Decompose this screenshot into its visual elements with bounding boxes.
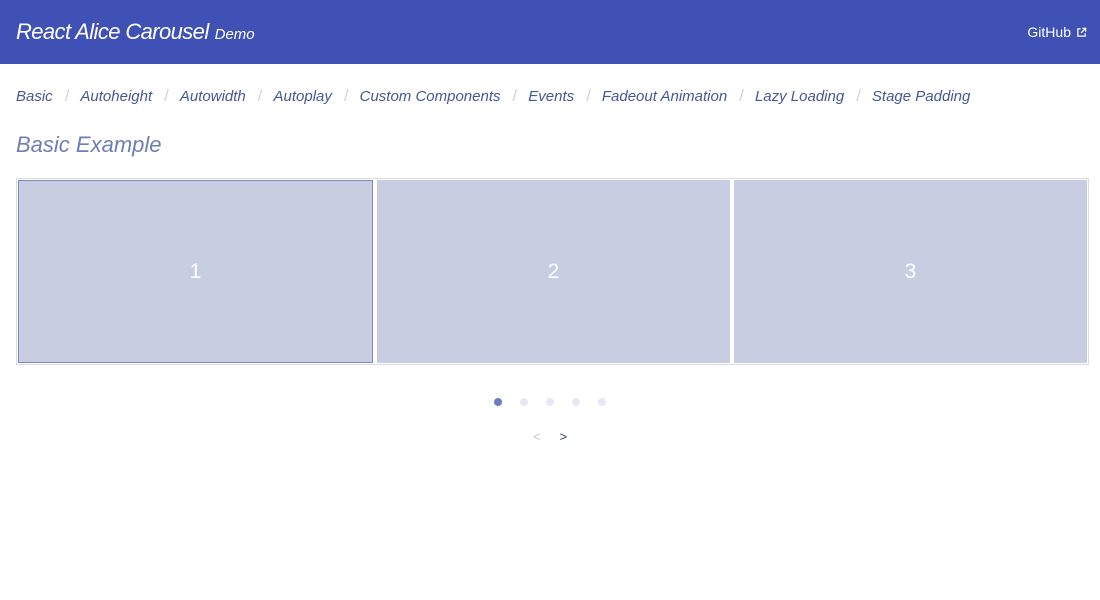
nav-separator: / (739, 86, 744, 105)
slide-number: 2 (547, 259, 560, 283)
external-link-icon (1077, 27, 1087, 37)
carousel-dot-1[interactable] (494, 398, 502, 406)
nav-separator: / (586, 86, 591, 105)
nav-item-autoplay[interactable]: Autoplay (274, 88, 332, 105)
carousel-arrows: < > (533, 429, 567, 444)
carousel-dot-2[interactable] (520, 398, 528, 406)
github-link[interactable]: GitHub (1027, 24, 1087, 40)
nav-separator: / (343, 86, 349, 105)
app-brand: React Alice Carousel Demo (16, 19, 255, 45)
nav-separator: / (856, 86, 861, 105)
nav-item-events[interactable]: Events (528, 88, 574, 105)
carousel-dot-3[interactable] (546, 398, 554, 406)
carousel-dot-4[interactable] (572, 398, 580, 406)
nav-separator: / (164, 86, 169, 105)
nav-separator: / (257, 86, 263, 105)
slide-number: 3 (904, 259, 917, 283)
carousel-dot-5[interactable] (598, 398, 606, 406)
nav-item-autoheight[interactable]: Autoheight (80, 88, 152, 105)
nav-item-basic[interactable]: Basic (16, 88, 53, 105)
slide-number: 1 (189, 259, 202, 283)
nav-separator: / (64, 86, 70, 105)
carousel-slide-2[interactable]: 2 (377, 180, 730, 363)
next-button[interactable]: > (560, 429, 568, 444)
nav-item-fadeout-animation[interactable]: Fadeout Animation (602, 88, 727, 105)
carousel-slide-3[interactable]: 3 (734, 180, 1087, 363)
carousel-stage[interactable]: 1 2 3 (16, 178, 1089, 365)
app-subtitle: Demo (214, 26, 255, 43)
nav-separator: / (512, 86, 518, 105)
app-title: React Alice Carousel (16, 19, 209, 44)
nav-item-autowidth[interactable]: Autowidth (180, 88, 246, 105)
app-header: React Alice Carousel Demo GitHub (0, 0, 1100, 64)
github-link-label: GitHub (1027, 24, 1071, 40)
page-title: Basic Example (16, 132, 162, 157)
nav-item-lazy-loading[interactable]: Lazy Loading (755, 88, 844, 105)
carousel-slide-1[interactable]: 1 (18, 180, 373, 363)
nav-item-stage-padding[interactable]: Stage Padding (872, 88, 970, 105)
prev-button[interactable]: < (533, 429, 541, 444)
carousel-dots (494, 398, 606, 406)
nav-item-custom-components[interactable]: Custom Components (360, 88, 501, 105)
breadcrumb-nav: Basic / Autoheight / Autowidth / Autopla… (16, 85, 970, 107)
